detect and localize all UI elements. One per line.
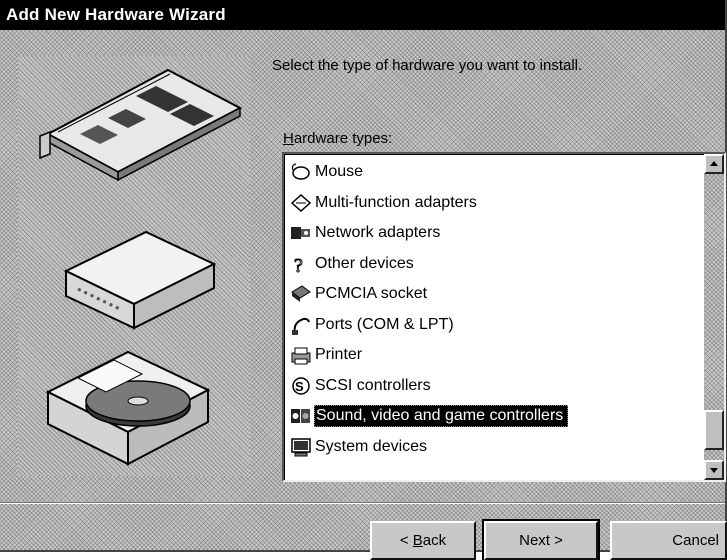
label-accelerator: H: [283, 130, 294, 147]
scroll-up-button[interactable]: [704, 154, 724, 174]
list-item[interactable]: PCMCIA socket: [288, 279, 702, 310]
modem-image: [63, 230, 217, 330]
list-item[interactable]: Mouse: [288, 157, 702, 188]
arrow-up-icon: [710, 161, 718, 166]
next-label: Next >: [519, 532, 563, 549]
list-item-label: Ports (COM & LPT): [315, 315, 454, 333]
scsi-icon: S: [288, 375, 314, 397]
list-item-label: Mouse: [315, 163, 364, 181]
wizard-illustration: [18, 56, 250, 476]
list-item-label: Other devices: [315, 254, 414, 272]
port-icon: [288, 314, 314, 336]
list-item-label: System devices: [315, 437, 428, 455]
list-item-label: SCSI controllers: [315, 376, 431, 394]
scroll-down-button[interactable]: [704, 460, 724, 480]
list-item-label: Printer: [315, 346, 363, 364]
window-title: Add New Hardware Wizard: [6, 5, 226, 24]
sound-icon: [288, 405, 314, 427]
list-item-label: Multi-function adapters: [315, 193, 477, 211]
list-item-label: PCMCIA socket: [315, 285, 428, 303]
hardware-types-label: Hardware types:: [283, 130, 392, 147]
hardware-types-listbox[interactable]: Mouse Multi-function adapters Network adap…: [282, 152, 726, 482]
back-rest: ack: [422, 532, 447, 549]
cd-drive-image: [45, 350, 211, 466]
mouse-icon: [288, 161, 314, 183]
title-bar[interactable]: Add New Hardware Wizard: [0, 0, 725, 30]
separator-line: [0, 502, 725, 504]
scrollbar-thumb[interactable]: [704, 410, 724, 450]
instruction-text: Select the type of hardware you want to …: [272, 57, 583, 74]
wizard-body: Select the type of hardware you want to …: [0, 30, 727, 560]
label-rest: ardware types:: [293, 130, 393, 147]
wizard-window: Add New Hardware Wizard Select the type …: [0, 0, 727, 560]
list-item-label: Network adapters: [315, 224, 441, 242]
multifunction-icon: [288, 192, 314, 214]
list-item[interactable]: Printer: [288, 340, 702, 371]
list-item[interactable]: Ports (COM & LPT): [288, 310, 702, 341]
cancel-button[interactable]: Cancel: [610, 521, 727, 560]
back-accelerator: B: [412, 532, 423, 549]
scrollbar-track[interactable]: [704, 174, 724, 460]
list-item[interactable]: S SCSI controllers: [288, 371, 702, 402]
network-adapter-icon: [288, 222, 314, 244]
hardware-types-list: Mouse Multi-function adapters Network adap…: [288, 157, 702, 477]
cancel-label: Cancel: [672, 532, 719, 549]
system-icon: [288, 436, 314, 458]
list-item[interactable]: Sound, video and game controllers: [288, 401, 702, 432]
pcmcia-icon: [288, 283, 314, 305]
expansion-card-image: [39, 68, 243, 182]
vertical-scrollbar[interactable]: [704, 154, 724, 480]
list-item[interactable]: Multi-function adapters: [288, 188, 702, 219]
list-item[interactable]: Network adapters: [288, 218, 702, 249]
list-item[interactable]: System devices: [288, 432, 702, 463]
arrow-down-icon: [710, 468, 718, 473]
back-prefix: <: [399, 532, 413, 549]
question-icon: ?: [288, 253, 314, 275]
svg-text:?: ?: [294, 255, 303, 275]
list-item-label: Sound, video and game controllers: [314, 405, 569, 428]
next-button[interactable]: Next >: [482, 519, 600, 560]
svg-text:S: S: [295, 379, 304, 394]
list-item[interactable]: ? Other devices: [288, 249, 702, 280]
printer-icon: [288, 344, 314, 366]
back-button[interactable]: < Back: [370, 521, 476, 560]
